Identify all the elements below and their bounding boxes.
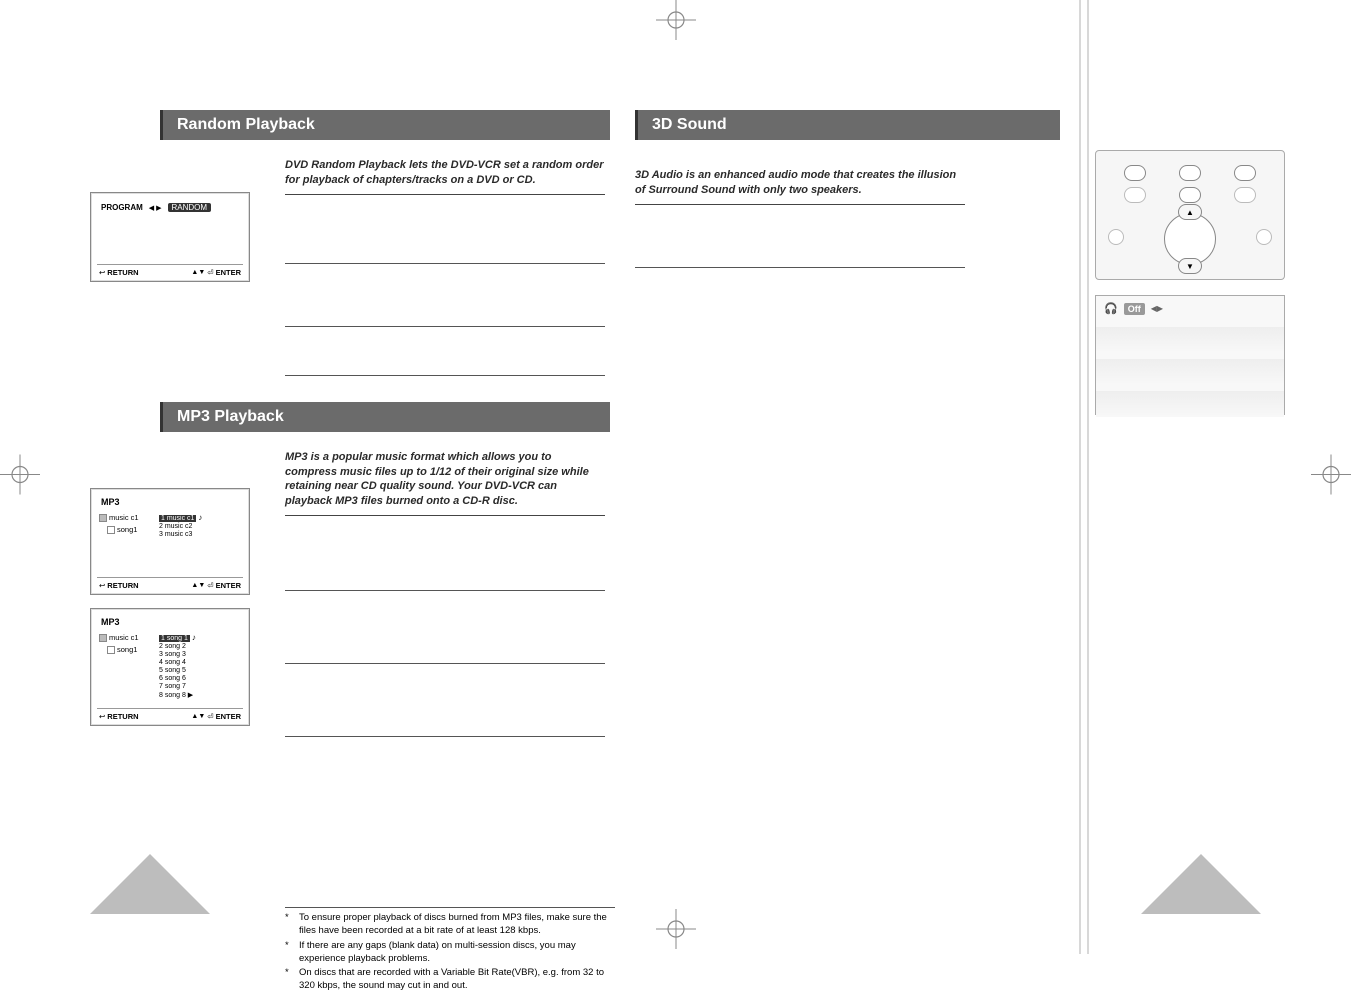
enter-icon: ⏎ [207, 268, 213, 277]
status-blur-row [1096, 391, 1284, 417]
list-item: 2 song 2 [159, 643, 233, 650]
remote-button-icon [1108, 229, 1124, 245]
up-arrow-icon: ▲ [1178, 204, 1202, 220]
footnotes: *To ensure proper playback of discs burn… [285, 907, 615, 993]
return-icon: ↩ [99, 712, 105, 721]
random-label: RANDOM [168, 203, 212, 212]
mp3-steps [285, 524, 605, 737]
bullet-icon: * [285, 940, 293, 966]
3dsound-steps [635, 233, 965, 268]
enter-icon: ⏎ [207, 712, 213, 721]
return-icon: ↩ [99, 581, 105, 590]
footnote-text: On discs that are recorded with a Variab… [299, 967, 615, 993]
enter-icon: ⏎ [207, 581, 213, 590]
left-right-icon: ◀▶ [1151, 304, 1163, 313]
folder-icon [99, 514, 107, 522]
divider [635, 204, 965, 205]
return-label: RETURN [107, 268, 138, 277]
corner-triangle-icon [90, 854, 210, 914]
registration-mark-icon [1311, 455, 1351, 500]
file-icon [107, 526, 115, 534]
registration-mark-icon [0, 455, 40, 500]
random-intro-text: DVD Random Playback lets the DVD-VCR set… [285, 158, 605, 188]
list-item: 7 song 7 [159, 683, 233, 690]
list-item: 2 music c2 [159, 523, 233, 530]
divider [285, 194, 605, 195]
note-icon: ♪ [198, 513, 206, 521]
status-blur-row [1096, 359, 1284, 385]
list-item: 6 song 6 [159, 675, 233, 682]
dpad-icon: ▲ ▼ [1164, 213, 1216, 265]
tree-folder: music c1 [109, 513, 139, 522]
down-arrow-icon: ▼ [1178, 258, 1202, 274]
list-item: 4 song 4 [159, 659, 233, 666]
bullet-icon: * [285, 912, 293, 938]
osd-title: MP3 [101, 497, 243, 507]
list-item-selected: 1 music c1 [159, 515, 196, 522]
list-item: 3 music c3 [159, 531, 233, 538]
divider [285, 736, 605, 737]
enter-label: ENTER [216, 712, 241, 721]
file-icon [107, 646, 115, 654]
registration-mark-icon [656, 0, 696, 45]
tree-folder: music c1 [109, 633, 139, 642]
divider [635, 267, 965, 268]
registration-mark-icon [656, 909, 696, 954]
osd-mp3-folders-panel: MP3 music c1 song1 1 music c1 ♪ 2 music … [90, 488, 250, 595]
updown-icon: ▲▼ [191, 269, 205, 276]
section-header-random: Random Playback [160, 110, 610, 140]
return-label: RETURN [107, 581, 138, 590]
bullet-icon: * [285, 967, 293, 993]
tree-file: song1 [117, 645, 137, 654]
random-steps [285, 223, 605, 376]
return-icon: ↩ [99, 268, 105, 277]
enter-label: ENTER [216, 268, 241, 277]
enter-label: ENTER [216, 581, 241, 590]
osd-mp3-songs-panel: MP3 music c1 song1 1 song 1 ♪ 2 song 2 3… [90, 608, 250, 726]
tree-file: song1 [117, 525, 137, 534]
remote-button-icon [1124, 187, 1146, 203]
note-icon: ♪ [192, 633, 200, 641]
footnote-text: To ensure proper playback of discs burne… [299, 912, 615, 938]
updown-icon: ▲▼ [191, 582, 205, 589]
list-item: 3 song 3 [159, 651, 233, 658]
section-header-3dsound: 3D Sound [635, 110, 1060, 140]
corner-triangle-icon [1141, 854, 1261, 914]
program-label: PROGRAM [101, 203, 143, 212]
mp3-intro-text: MP3 is a popular music format which allo… [285, 450, 605, 509]
remote-button-icon [1124, 165, 1146, 181]
remote-button-icon [1179, 165, 1201, 181]
osd-title: MP3 [101, 617, 243, 627]
list-item: 8 song 8 ▶ [159, 691, 233, 699]
3dsound-intro-text: 3D Audio is an enhanced audio mode that … [635, 168, 965, 198]
divider [285, 907, 615, 908]
status-panel: 🎧 Off ◀▶ [1095, 295, 1285, 415]
return-label: RETURN [107, 712, 138, 721]
list-item-selected: 1 song 1 [159, 635, 190, 642]
osd-program-panel: PROGRAM ◀ ▶ RANDOM ↩ RETURN ▲▼ ⏎ ENTER [90, 192, 250, 282]
headphones-icon: 🎧 [1104, 302, 1118, 315]
right-page: 3D Sound 3D Audio is an enhanced audio m… [635, 110, 1155, 268]
folder-icon [99, 634, 107, 642]
off-badge: Off [1124, 303, 1145, 315]
remote-button-icon [1256, 229, 1272, 245]
footnote-text: If there are any gaps (blank data) on mu… [299, 940, 615, 966]
left-right-icon: ◀ ▶ [149, 204, 162, 212]
remote-button-icon [1234, 187, 1256, 203]
updown-icon: ▲▼ [191, 713, 205, 720]
divider [285, 515, 605, 516]
remote-button-icon [1179, 187, 1201, 203]
remote-illustration: ▲ ▼ [1095, 150, 1285, 280]
list-item: 5 song 5 [159, 667, 233, 674]
remote-button-icon [1234, 165, 1256, 181]
section-header-mp3: MP3 Playback [160, 402, 610, 432]
status-blur-row [1096, 327, 1284, 353]
